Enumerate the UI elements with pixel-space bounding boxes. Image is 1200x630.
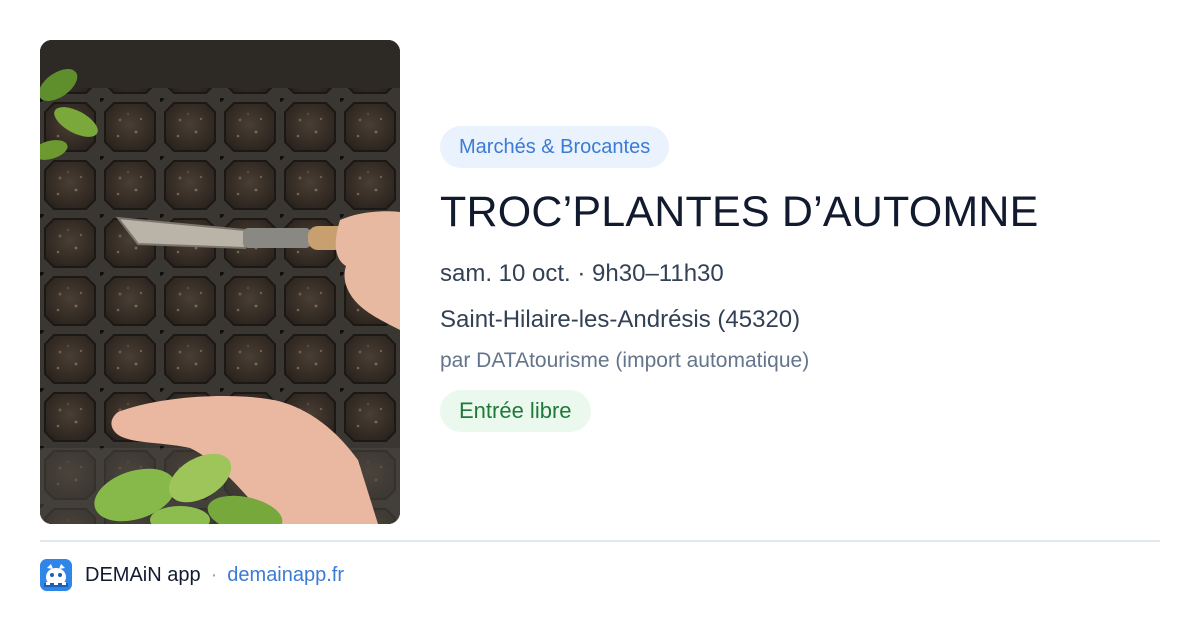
event-title: TROC’PLANTES D’AUTOMNE xyxy=(440,188,1039,236)
event-source: par DATAtourisme (import automatique) xyxy=(440,349,810,372)
app-name: DEMAiN app xyxy=(85,563,201,586)
event-photo xyxy=(40,40,400,524)
footer: DEMAiN app · demainapp.fr xyxy=(40,558,344,592)
app-website-link[interactable]: demainapp.fr xyxy=(227,564,344,587)
demain-app-icon xyxy=(40,559,72,591)
event-datetime: sam. 10 oct. · 9h30–11h30 xyxy=(440,260,724,287)
footer-separator: · xyxy=(210,563,218,586)
footer-divider xyxy=(40,540,1160,542)
category-badge[interactable]: Marchés & Brocantes xyxy=(440,126,670,168)
event-location: Saint-Hilaire-les-Andrésis (45320) xyxy=(440,306,801,333)
event-info: Marchés & Brocantes TROC’PLANTES D’AUTOM… xyxy=(440,126,1160,432)
price-badge: Entrée libre xyxy=(440,390,591,432)
